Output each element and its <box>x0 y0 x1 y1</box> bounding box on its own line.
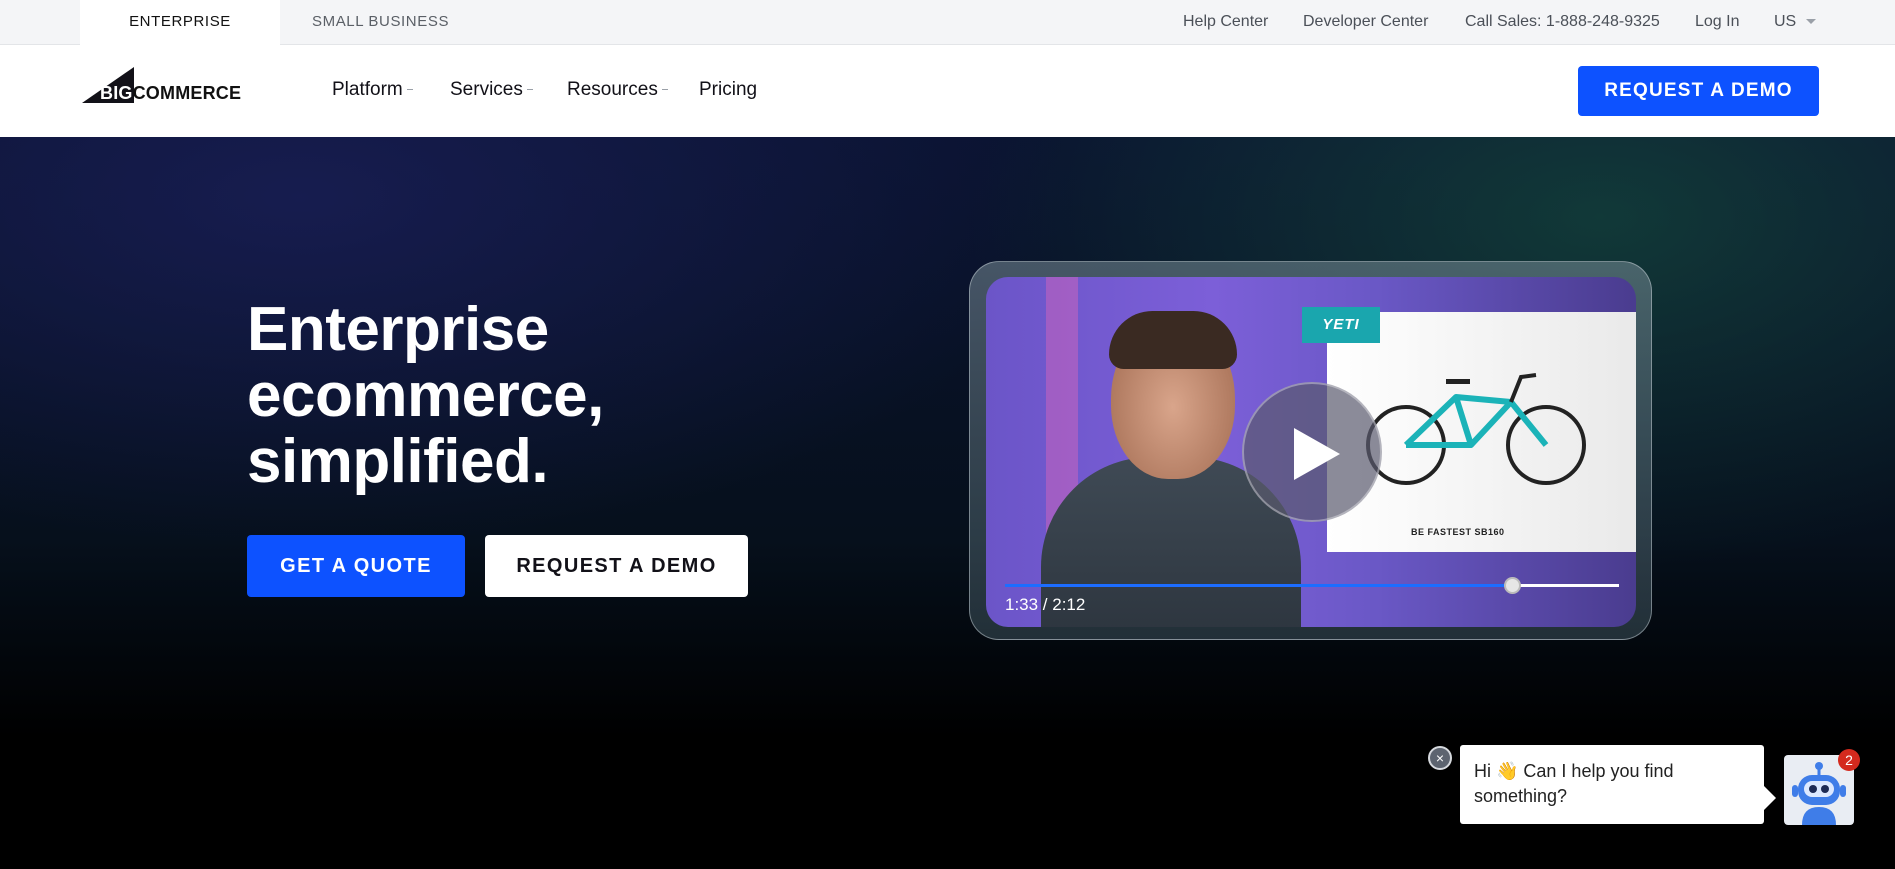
call-sales-link[interactable]: Call Sales: 1-888-248-9325 <box>1465 0 1660 43</box>
tab-small-business[interactable]: SMALL BUSINESS <box>312 0 449 45</box>
video-presenter-image <box>1041 297 1301 627</box>
locale-selector[interactable]: US <box>1774 0 1817 43</box>
get-quote-button[interactable]: GET A QUOTE <box>247 535 465 597</box>
nav-services-label: Services <box>450 79 523 100</box>
play-icon <box>1294 428 1340 480</box>
help-center-link[interactable]: Help Center <box>1183 0 1268 43</box>
logo-wordmark: BIGCOMMERCE <box>100 83 242 103</box>
chat-close-button[interactable]: × <box>1428 746 1452 770</box>
nav-pricing[interactable]: Pricing <box>699 45 757 137</box>
chatbot-launcher[interactable]: 2 <box>1784 749 1860 825</box>
yeti-brand-tag: YETI <box>1302 307 1380 343</box>
locale-label: US <box>1774 13 1797 30</box>
nav-platform-label: Platform <box>332 79 403 100</box>
nav-resources-label: Resources <box>567 79 658 100</box>
developer-center-link[interactable]: Developer Center <box>1303 0 1428 43</box>
tab-enterprise[interactable]: ENTERPRISE <box>80 0 280 46</box>
chat-message-bubble[interactable]: Hi 👋 Can I help you find something? <box>1460 745 1764 824</box>
chat-bubble-arrow <box>1764 786 1776 810</box>
nav-platform[interactable]: Platform <box>332 45 413 137</box>
video-screen[interactable]: YETI BE FASTEST SB160 1:33 / 2:12 <box>986 277 1636 627</box>
video-time: 1:33 / 2:12 <box>1005 595 1086 614</box>
chevron-down-icon <box>661 89 668 91</box>
main-nav: BIGCOMMERCE Platform Services Resources … <box>0 45 1895 137</box>
nav-services[interactable]: Services <box>450 45 533 137</box>
hero-title: Enterprise ecommerce, simplified. <box>247 295 604 496</box>
request-demo-button-nav[interactable]: REQUEST A DEMO <box>1578 66 1819 116</box>
video-player[interactable]: YETI BE FASTEST SB160 1:33 / 2:12 <box>969 261 1652 640</box>
bigcommerce-logo[interactable]: BIGCOMMERCE <box>82 67 252 107</box>
nav-resources[interactable]: Resources <box>567 45 668 137</box>
bike-image <box>1366 373 1586 485</box>
video-tagline: BE FASTEST SB160 <box>1411 527 1505 537</box>
play-button[interactable] <box>1242 382 1382 522</box>
chevron-down-icon <box>526 89 533 91</box>
utility-bar: ENTERPRISE SMALL BUSINESS Help Center De… <box>0 0 1895 46</box>
video-progress-bar[interactable] <box>1005 577 1619 594</box>
video-progress-handle[interactable] <box>1503 577 1521 594</box>
chevron-down-icon <box>1806 19 1817 25</box>
notification-badge: 2 <box>1838 749 1860 771</box>
request-demo-button-hero[interactable]: REQUEST A DEMO <box>485 535 748 597</box>
chevron-down-icon <box>406 89 413 91</box>
log-in-link[interactable]: Log In <box>1695 0 1739 43</box>
video-progress-fill <box>1005 584 1512 587</box>
